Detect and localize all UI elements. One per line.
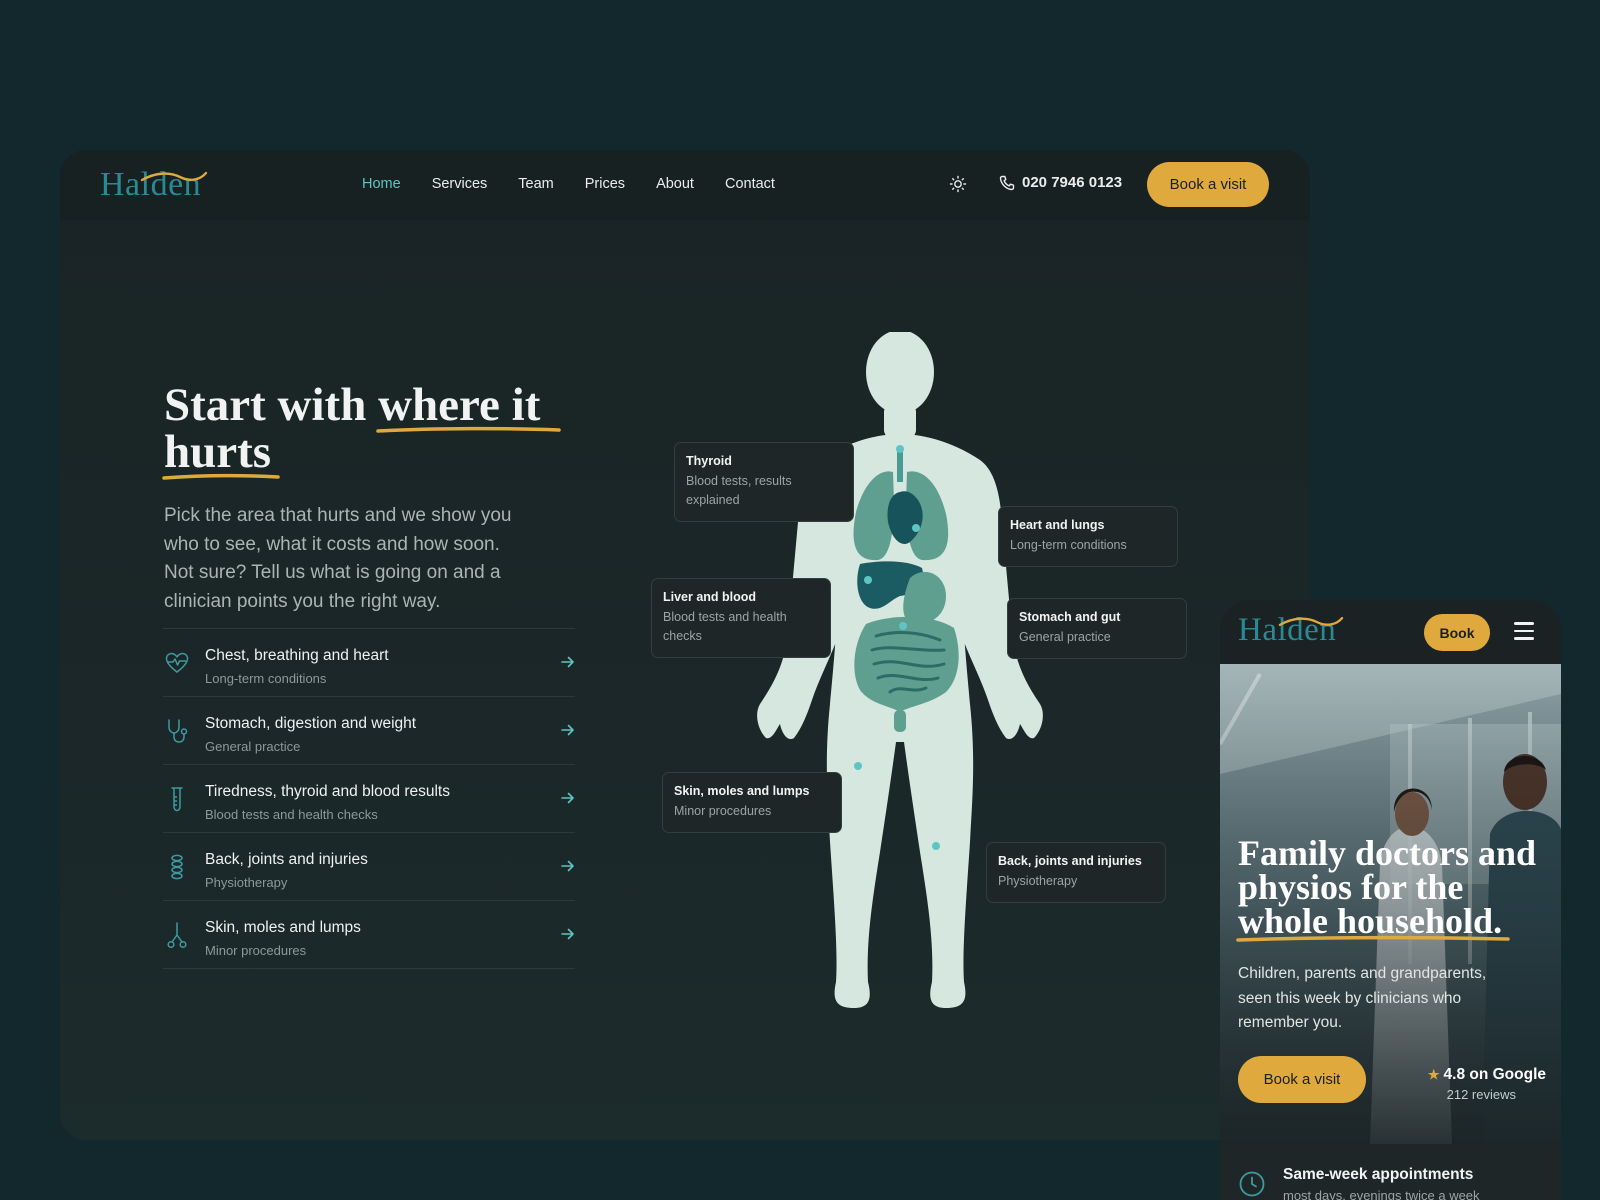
category-title: Stomach, digestion and weight (205, 715, 417, 732)
hero-title: Start with where it hurts (162, 379, 604, 480)
category-back[interactable]: Back, joints and injuries Physiotherapy (163, 833, 575, 901)
heart-pulse-icon (165, 652, 189, 673)
feature-card: Same-week appointments most days, evenin… (1220, 1144, 1561, 1200)
underline-stroke (376, 426, 561, 433)
category-subtitle: General practice (205, 739, 301, 754)
book-visit-button[interactable]: Book a visit (1147, 162, 1269, 207)
category-tiredness[interactable]: Tiredness, thyroid and blood results Blo… (163, 765, 575, 833)
brand-logo[interactable]: Halden (100, 166, 208, 204)
category-subtitle: Long-term conditions (205, 671, 327, 686)
category-chest[interactable]: Chest, breathing and heart Long-term con… (163, 629, 575, 697)
body-tag-subtitle: Blood tests, results explained (686, 474, 792, 507)
body-tag-subtitle: Long-term conditions (1010, 538, 1127, 552)
theme-toggle-sun-icon[interactable] (948, 174, 968, 194)
category-title: Tiredness, thyroid and blood results (205, 783, 450, 800)
body-tag-heart-lungs[interactable]: Heart and lungs Long-term conditions (998, 506, 1178, 567)
body-tag-title: Back, joints and injuries (998, 854, 1142, 868)
arrow-right-icon (561, 928, 574, 940)
hamburger-menu-icon[interactable] (1514, 622, 1534, 640)
underline-stroke (1236, 935, 1510, 942)
google-rating: ★ 4.8 on Google 212 reviews (1416, 1066, 1546, 1102)
category-title: Chest, breathing and heart (205, 647, 389, 664)
underline-stroke (162, 473, 280, 480)
mobile-brand-logo[interactable]: Halden (1238, 612, 1344, 649)
category-title: Skin, moles and lumps (205, 919, 361, 936)
body-tag-back-joints[interactable]: Back, joints and injuries Physiotherapy (986, 842, 1166, 903)
category-subtitle: Physiotherapy (205, 875, 288, 890)
rating-value: 4.8 on Google (1443, 1066, 1546, 1083)
mobile-book-visit-button[interactable]: Book a visit (1238, 1056, 1366, 1103)
test-tube-icon (171, 787, 183, 812)
phone-link[interactable]: 020 7946 0123 (999, 174, 1122, 191)
body-tag-stomach-gut[interactable]: Stomach and gut General practice (1007, 598, 1187, 659)
hero-title-highlight-2: hurts (162, 429, 280, 480)
category-subtitle: Blood tests and health checks (205, 807, 378, 822)
body-tag-thyroid[interactable]: Thyroid Blood tests, results explained (674, 442, 854, 522)
review-count: 212 reviews (1446, 1087, 1516, 1102)
main-menu: Home Services Team Prices About Contact (362, 176, 775, 192)
body-tag-subtitle: Physiotherapy (998, 874, 1078, 888)
category-subtitle: Minor procedures (205, 943, 307, 958)
arrow-right-icon (561, 656, 574, 668)
body-tag-title: Heart and lungs (1010, 518, 1105, 532)
mobile-book-button[interactable]: Book (1424, 614, 1490, 651)
body-tag-skin[interactable]: Skin, moles and lumps Minor procedures (662, 772, 842, 833)
mobile-frame: Halden Book Family doctors and physios f… (1220, 600, 1561, 1200)
nav-item-services[interactable]: Services (432, 176, 488, 192)
category-stomach[interactable]: Stomach, digestion and weight General pr… (163, 697, 575, 765)
body-tag-title: Stomach and gut (1019, 610, 1121, 624)
body-tag-title: Liver and blood (663, 590, 757, 604)
mobile-title-part: Family doctors and physios for the (1238, 833, 1537, 907)
category-skin[interactable]: Skin, moles and lumps Minor procedures (163, 901, 575, 969)
scissors-icon (167, 922, 187, 949)
feature-title: Same-week appointments (1283, 1166, 1474, 1183)
category-list: Chest, breathing and heart Long-term con… (163, 628, 575, 969)
nav-item-team[interactable]: Team (518, 176, 553, 192)
body-tag-subtitle: Minor procedures (674, 804, 772, 818)
nav-item-prices[interactable]: Prices (585, 176, 625, 192)
nav-item-home[interactable]: Home (362, 176, 401, 192)
arrow-right-icon (561, 860, 574, 872)
mobile-nav: Halden Book (1220, 600, 1561, 664)
mobile-title-highlight: whole household (1236, 903, 1510, 942)
nav-item-contact[interactable]: Contact (725, 176, 775, 192)
nav-item-about[interactable]: About (656, 176, 694, 192)
hero-subtitle: Pick the area that hurts and we show you… (164, 505, 512, 612)
phone-number: 020 7946 0123 (1022, 174, 1123, 191)
hero-title-highlight: where it (376, 382, 561, 433)
top-nav: Halden Home Services Team Prices About C… (60, 150, 1310, 220)
mobile-hero-title: Family doctors and physios for the whole… (1236, 833, 1548, 942)
body-tag-title: Thyroid (686, 454, 732, 468)
hero-title-part: Start with (164, 379, 379, 431)
body-tag-subtitle: General practice (1019, 630, 1111, 644)
clock-icon (1239, 1171, 1265, 1197)
body-tag-liver-blood[interactable]: Liver and blood Blood tests and health c… (651, 578, 831, 658)
arrow-right-icon (561, 792, 574, 804)
body-tag-title: Skin, moles and lumps (674, 784, 810, 798)
body-tag-subtitle: Blood tests and health checks (663, 610, 787, 643)
category-title: Back, joints and injuries (205, 851, 368, 868)
stethoscope-icon (168, 719, 188, 743)
star-icon: ★ (1427, 1067, 1440, 1082)
arrow-right-icon (561, 724, 574, 736)
feature-subtitle: most days, evenings twice a week (1283, 1188, 1480, 1200)
phone-icon (999, 175, 1015, 190)
spine-icon (171, 854, 183, 880)
body-map-figure[interactable] (750, 332, 1050, 1022)
desktop-frame: Halden Home Services Team Prices About C… (60, 150, 1310, 1140)
mobile-hero-subtitle: Children, parents and grandparents, seen… (1238, 965, 1487, 1031)
